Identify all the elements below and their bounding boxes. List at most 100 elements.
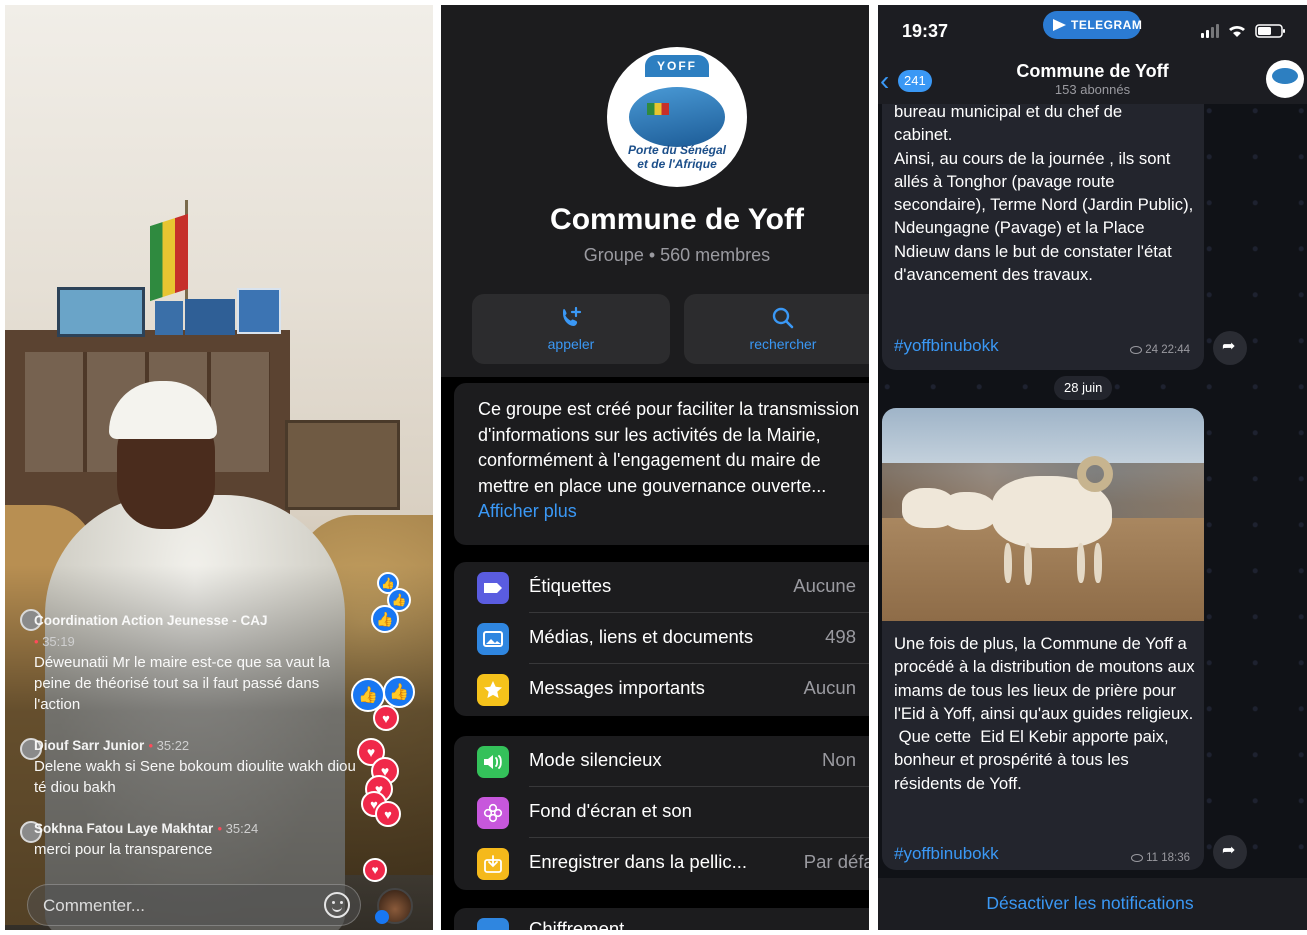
telegram-group-info-panel: YOFF Porte du Sénégal et de l'Afrique Co… (441, 5, 869, 930)
search-icon (772, 307, 794, 329)
channel-avatar[interactable] (1266, 60, 1304, 98)
row-silent-mode[interactable]: Mode silencieux Non (454, 736, 869, 787)
channel-post[interactable]: bureau municipal et du chef de cabinet. … (882, 102, 1204, 370)
comment-text: Delene wakh si Sene bokoum dioulite wakh… (34, 758, 356, 796)
tag-icon (477, 572, 509, 604)
eye-icon (1131, 854, 1144, 862)
live-comment: Coordination Action Jeunesse - CAJ • 35:… (20, 609, 364, 715)
status-time: 19:37 (902, 21, 949, 41)
row-value: Aucune (793, 575, 856, 596)
emoji-icon[interactable] (324, 892, 350, 918)
like-reaction-icon: 👍 (383, 676, 415, 708)
telegram-channel-panel: bureau municipal et du chef de cabinet. … (878, 5, 1307, 930)
post-hashtag[interactable]: #yoffbinubokk (894, 336, 999, 356)
channel-post[interactable]: Une fois de plus, la Commune de Yoff a p… (882, 408, 1204, 870)
comment-text: merci pour la transparence (34, 841, 213, 858)
love-reaction-icon: ♥ (363, 858, 387, 882)
ram-horn (1077, 456, 1113, 492)
logo-flag (647, 103, 669, 115)
comment-time: 35:24 (225, 821, 259, 836)
row-value: Non (822, 749, 856, 770)
facebook-live-panel: Coordination Action Jeunesse - CAJ • 35:… (5, 5, 433, 930)
group-logo[interactable]: YOFF Porte du Sénégal et de l'Afrique (607, 47, 747, 187)
group-subtitle: Groupe • 560 membres (583, 245, 771, 265)
group-description: Ce groupe est créé pour faciliter la tra… (454, 383, 869, 545)
search-button[interactable]: rechercher (684, 294, 869, 364)
channel-title[interactable]: Commune de Yoff (878, 61, 1307, 82)
logo-tagline: Porte du Sénégal et de l'Afrique (607, 143, 747, 171)
view-count: 24 (1145, 344, 1159, 356)
media-icon (477, 623, 509, 655)
separator-dot: • (217, 821, 223, 836)
channel-subscribers: 153 abonnés (1054, 82, 1131, 97)
ram-leg (1024, 543, 1032, 585)
comment-time: 35:22 (156, 738, 190, 753)
photo-frame (155, 301, 183, 335)
group-title: Commune de Yoff (550, 203, 804, 236)
calligraphy-frame (285, 420, 400, 510)
post-hashtag[interactable]: #yoffbinubokk (894, 844, 999, 864)
row-encryption[interactable]: Chiffrement (454, 908, 869, 930)
post-time: 18:36 (1161, 852, 1190, 864)
search-label: rechercher (749, 336, 817, 352)
logo-tagline-1: Porte du Sénégal (627, 143, 727, 157)
phone-plus-icon (563, 306, 582, 326)
separator-dot: • (148, 738, 153, 753)
row-label: Fond d'écran et son (529, 800, 692, 821)
ram-leg (1094, 543, 1102, 583)
sheep (942, 492, 997, 530)
comment-placeholder: Commenter... (43, 896, 146, 915)
post-photo[interactable] (882, 408, 1204, 621)
chat-header: 19:37 TELEGRAM ‹ 241 Commune de Yoff 153… (878, 5, 1307, 104)
call-label: appeler (547, 336, 595, 352)
love-reaction-icon: ♥ (375, 801, 401, 827)
settings-group-1: Étiquettes Aucune Médias, liens et docum… (454, 562, 869, 716)
ram-leg (1004, 543, 1012, 583)
post-meta: 24 22:44 (1130, 344, 1190, 356)
row-value: Par défau (803, 851, 869, 872)
download-icon (477, 848, 509, 880)
like-badge-icon (375, 910, 389, 924)
live-comment: Sokhna Fatou Laye Makhtar • 35:24 merci … (20, 818, 364, 860)
love-reaction-icon: ♥ (373, 705, 399, 731)
ram-leg (1077, 543, 1085, 583)
row-value: Aucun (803, 677, 856, 698)
group-header: YOFF Porte du Sénégal et de l'Afrique Co… (441, 5, 869, 377)
date-separator: 28 juin (1054, 376, 1113, 400)
flower-icon (477, 797, 509, 829)
call-button[interactable]: appeler (472, 294, 670, 364)
live-comment: Diouf Sarr Junior • 35:22 Delene wakh si… (20, 735, 364, 798)
star-icon (477, 674, 509, 706)
show-more-link[interactable]: Afficher plus (478, 501, 577, 521)
share-button[interactable] (1213, 835, 1247, 869)
comment-input[interactable]: Commenter... (27, 884, 361, 926)
senegal-flag (150, 213, 188, 302)
bottom-bar: Désactiver les notifications (878, 878, 1307, 930)
row-save-to-photos[interactable]: Enregistrer dans la pellic... Par défau (454, 838, 869, 889)
logo-tagline-2: et de l'Afrique (637, 157, 717, 171)
row-label: Médias, liens et documents (529, 626, 754, 647)
row-wallpaper[interactable]: Fond d'écran et son (454, 787, 869, 838)
row-label: Chiffrement (529, 918, 625, 930)
post-meta: 11 18:36 (1131, 852, 1190, 864)
comment-author[interactable]: Coordination Action Jeunesse - CAJ (34, 613, 268, 628)
row-tags[interactable]: Étiquettes Aucune (454, 562, 869, 613)
logo-wave (629, 87, 725, 147)
row-media[interactable]: Médias, liens et documents 498 (454, 613, 869, 664)
separator-dot: • (34, 634, 39, 649)
row-value: 498 (825, 626, 856, 647)
logo-text: YOFF (657, 59, 697, 73)
comment-text: Déweunatii Mr le maire est-ce que sa vau… (34, 654, 330, 713)
telegram-pill-label: TELEGRAM (1071, 18, 1143, 32)
settings-group-2: Mode silencieux Non Fond d'écran et son … (454, 736, 869, 890)
row-label: Étiquettes (529, 575, 612, 596)
share-button[interactable] (1213, 331, 1247, 365)
plaque-frame (237, 288, 281, 334)
telegram-pill[interactable]: TELEGRAM (1043, 11, 1143, 39)
mute-notifications-button[interactable]: Désactiver les notifications (878, 893, 1302, 914)
comment-author[interactable]: Diouf Sarr Junior (34, 738, 144, 753)
comment-author[interactable]: Sokhna Fatou Laye Makhtar (34, 821, 213, 836)
photo-frame (57, 287, 145, 337)
row-pinned[interactable]: Messages importants Aucun (454, 664, 869, 715)
photo-frame (185, 299, 235, 335)
